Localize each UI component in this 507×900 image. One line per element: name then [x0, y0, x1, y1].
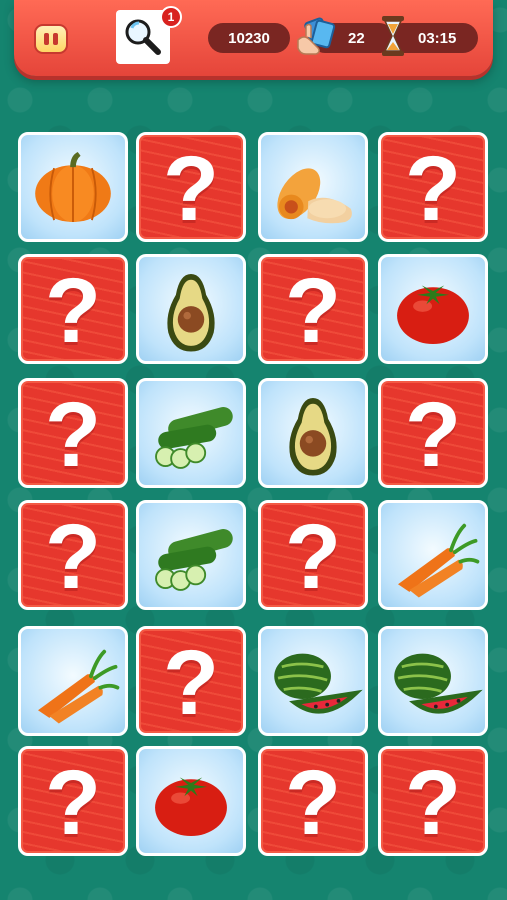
card-hidden[interactable]: ?	[18, 746, 128, 856]
pumpkin-icon	[35, 152, 111, 222]
card-revealed-cucumber[interactable]	[136, 378, 246, 488]
question-mark-icon: ?	[44, 384, 102, 486]
question-mark-icon: ?	[162, 632, 220, 734]
avocado-icon	[167, 274, 215, 352]
moves-value: 22	[348, 29, 365, 47]
card-revealed-avocado[interactable]	[136, 254, 246, 364]
score-display: 10230	[208, 23, 290, 53]
card-hidden[interactable]: ?	[136, 626, 246, 736]
pause-icon	[44, 33, 49, 45]
card-revealed-watermelon[interactable]	[378, 626, 488, 736]
watermelon-icon	[274, 653, 363, 714]
card-hidden[interactable]: ?	[136, 132, 246, 242]
card-revealed-tomato[interactable]	[378, 254, 488, 364]
card-revealed-cucumber[interactable]	[136, 500, 246, 610]
card-board: ? ?? ? ? ?? ? ? ? ? ?	[18, 132, 492, 860]
carrot-icon	[38, 649, 120, 724]
card-hidden[interactable]: ?	[378, 378, 488, 488]
butternut-squash-icon	[277, 168, 352, 224]
card-hidden[interactable]: ?	[378, 746, 488, 856]
hint-count-badge: 1	[160, 6, 182, 28]
card-revealed-tomato[interactable]	[136, 746, 246, 856]
question-mark-icon: ?	[404, 138, 462, 240]
top-bar: 1 10230 22 03:15	[14, 0, 493, 76]
pause-button[interactable]	[34, 24, 68, 54]
card-hidden[interactable]: ?	[18, 254, 128, 364]
card-revealed-carrot[interactable]	[18, 626, 128, 736]
card-hidden[interactable]: ?	[378, 132, 488, 242]
question-mark-icon: ?	[44, 752, 102, 854]
cucumber-icon	[155, 407, 233, 469]
tomato-icon	[155, 777, 227, 836]
question-mark-icon: ?	[404, 752, 462, 854]
magnifier-icon	[125, 19, 161, 55]
card-revealed-avocado[interactable]	[258, 378, 368, 488]
card-hidden[interactable]: ?	[258, 254, 368, 364]
card-revealed-pumpkin[interactable]	[18, 132, 128, 242]
score-value: 10230	[228, 29, 270, 47]
card-revealed-butternut-squash[interactable]	[258, 132, 368, 242]
question-mark-icon: ?	[44, 506, 102, 608]
question-mark-icon: ?	[162, 138, 220, 240]
card-revealed-carrot[interactable]	[378, 500, 488, 610]
card-revealed-watermelon[interactable]	[258, 626, 368, 736]
hint-button[interactable]: 1	[116, 6, 182, 64]
question-mark-icon: ?	[284, 506, 342, 608]
card-hidden[interactable]: ?	[18, 378, 128, 488]
card-hidden[interactable]: ?	[258, 500, 368, 610]
question-mark-icon: ?	[284, 260, 342, 362]
card-hidden[interactable]: ?	[258, 746, 368, 856]
question-mark-icon: ?	[404, 384, 462, 486]
question-mark-icon: ?	[44, 260, 102, 362]
watermelon-icon	[394, 653, 483, 714]
timer-value: 03:15	[418, 29, 457, 47]
carrot-icon	[398, 523, 480, 598]
tomato-icon	[397, 285, 469, 344]
avocado-icon	[289, 398, 337, 476]
hourglass-icon	[382, 16, 404, 56]
question-mark-icon: ?	[284, 752, 342, 854]
cucumber-icon	[155, 529, 233, 591]
hand-cards-icon	[297, 17, 336, 55]
card-hidden[interactable]: ?	[18, 500, 128, 610]
